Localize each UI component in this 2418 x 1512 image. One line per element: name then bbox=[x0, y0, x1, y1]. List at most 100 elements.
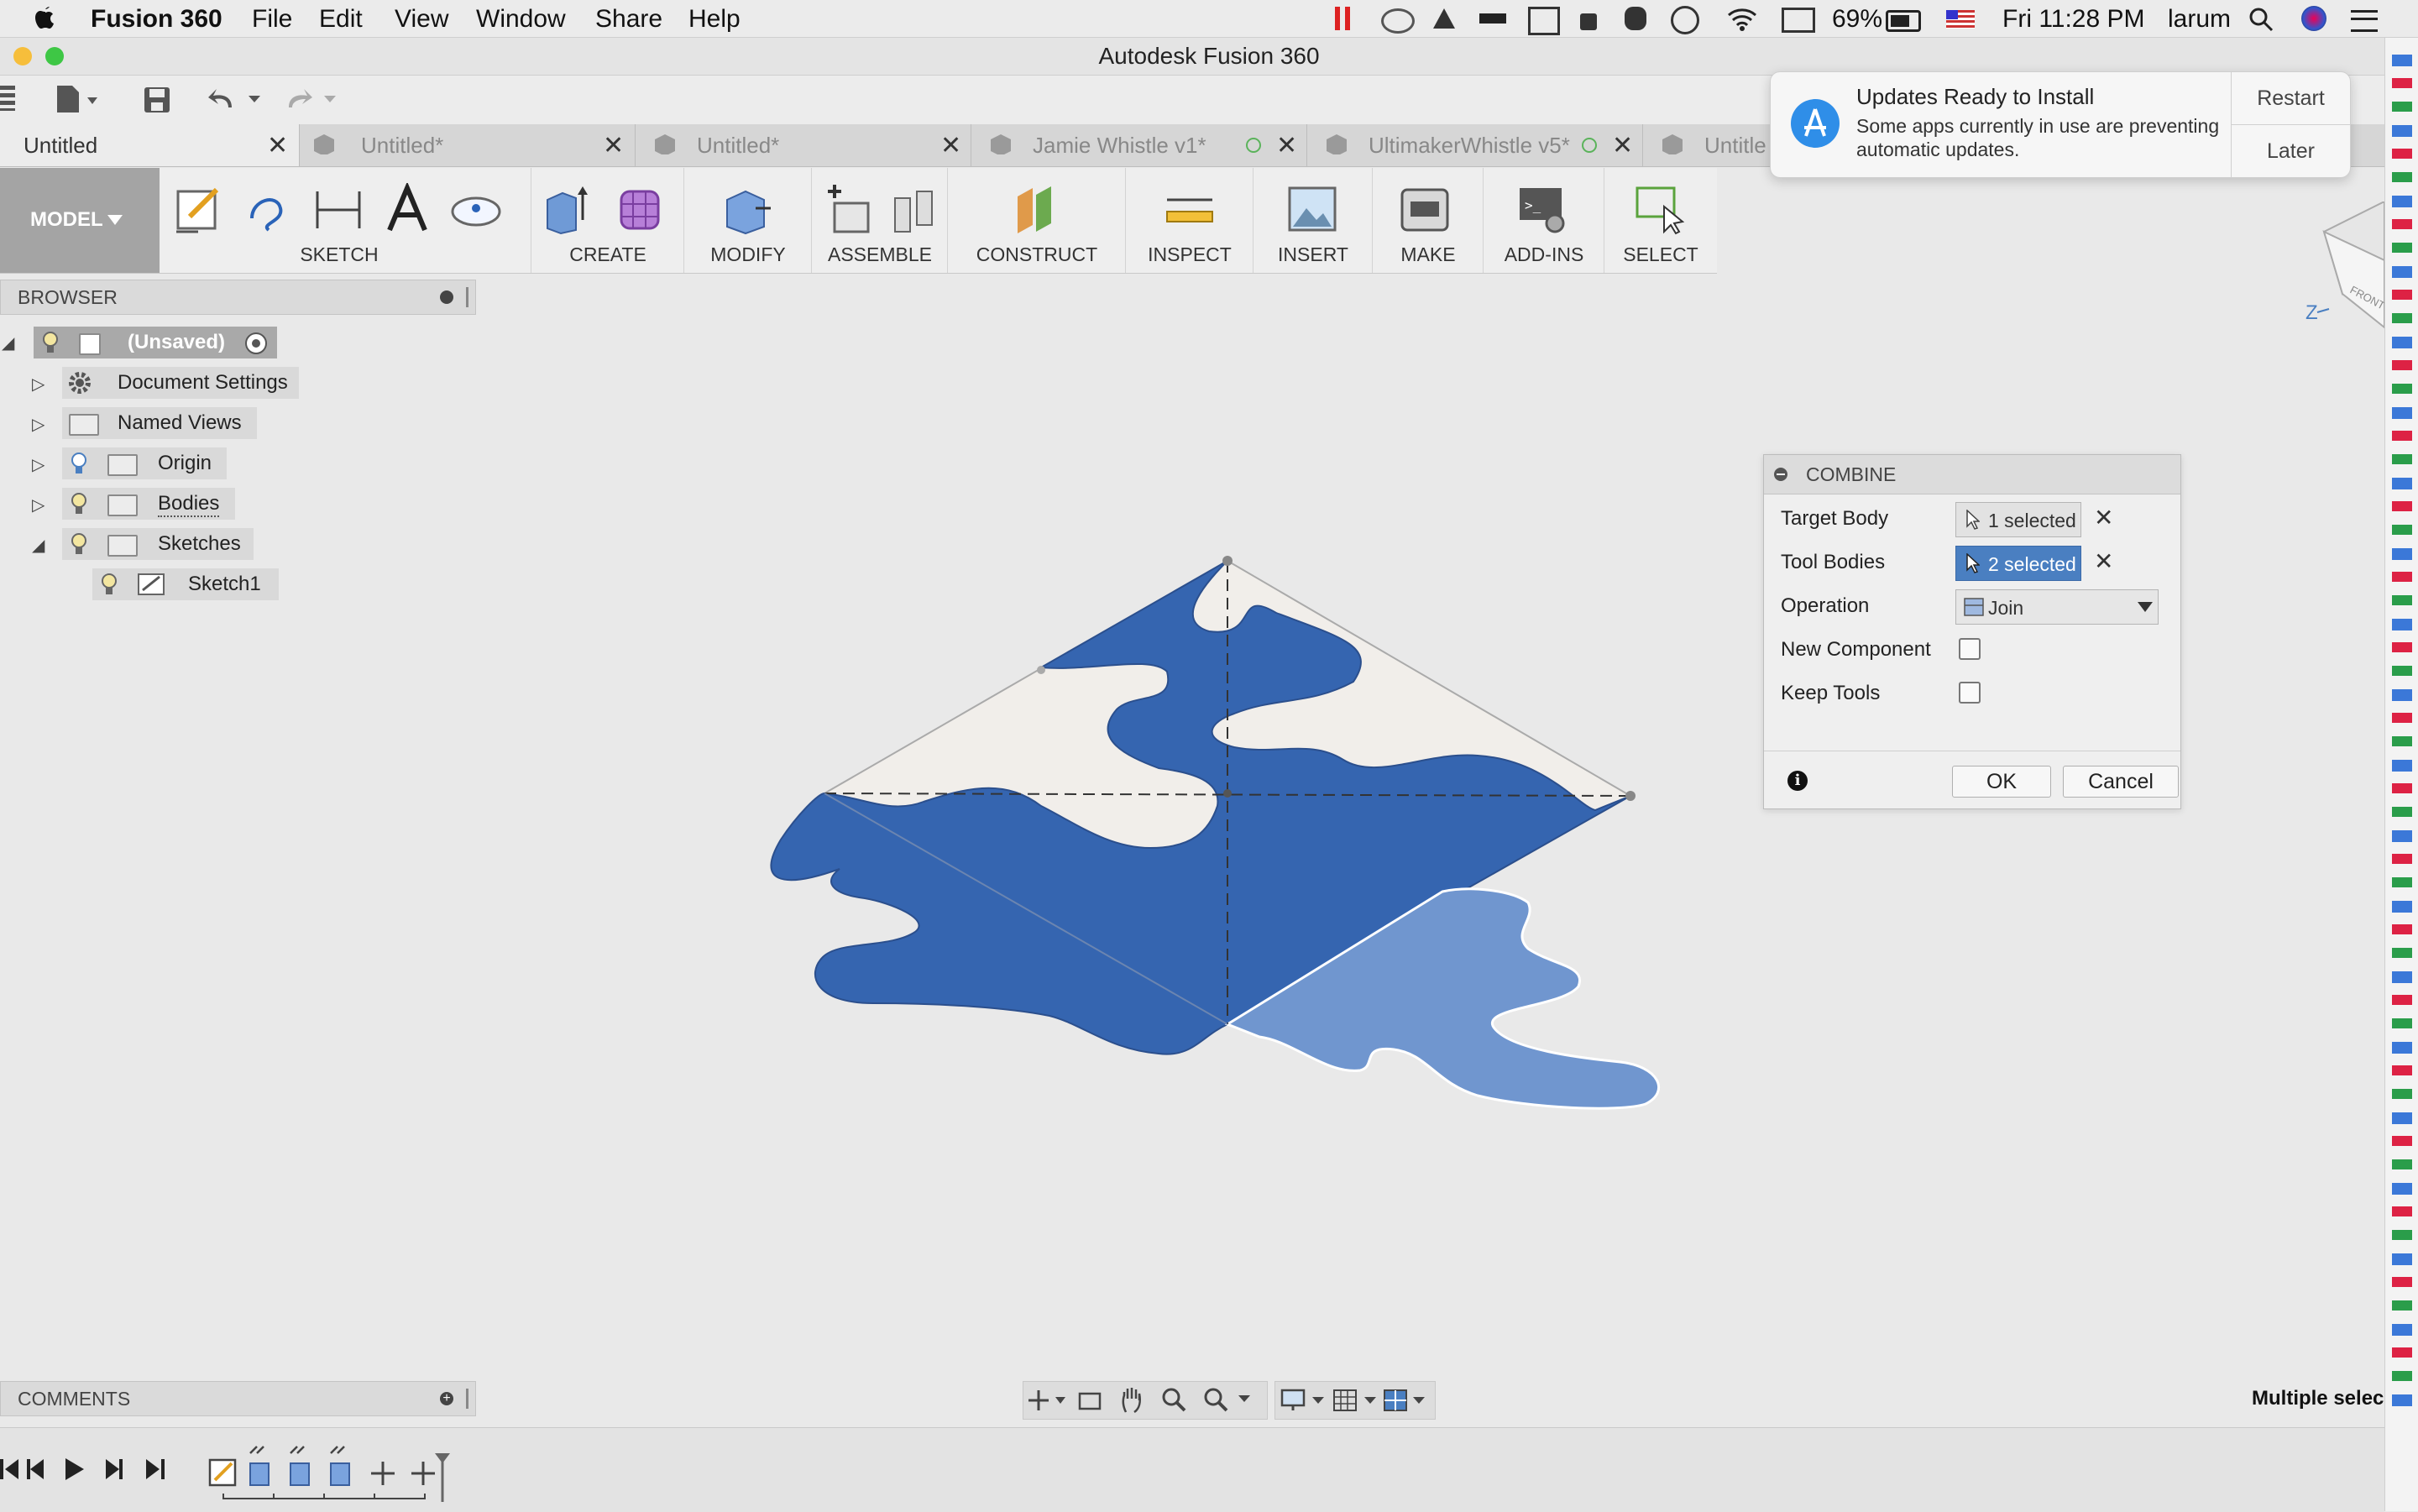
siri-icon[interactable] bbox=[2301, 6, 2326, 31]
us-flag-icon[interactable] bbox=[1946, 10, 1975, 29]
timeline-features[interactable] bbox=[207, 1435, 458, 1502]
form-icon[interactable] bbox=[616, 183, 668, 235]
zoom-icon[interactable] bbox=[1161, 1387, 1186, 1414]
expanded-triangle-icon[interactable]: ◢ bbox=[32, 535, 44, 556]
panel-resize-handle[interactable] bbox=[466, 1389, 468, 1409]
browser-node-named-views[interactable]: Named Views bbox=[62, 407, 257, 439]
extrude-icon[interactable] bbox=[542, 183, 594, 235]
3d-print-icon[interactable] bbox=[1399, 183, 1451, 235]
look-at-icon[interactable] bbox=[1077, 1389, 1102, 1412]
ribbon-label-inspect[interactable]: INSPECT bbox=[1127, 243, 1253, 266]
scripts-icon[interactable]: >_ bbox=[1516, 183, 1568, 235]
activate-radio-icon[interactable] bbox=[245, 332, 267, 354]
clock[interactable]: Fri 11:28 PM bbox=[2002, 5, 2145, 34]
app-menu[interactable]: Fusion 360 bbox=[91, 5, 222, 34]
ribbon-label-insert[interactable]: INSERT bbox=[1254, 243, 1372, 266]
view-cube[interactable]: FRONT Z bbox=[2300, 201, 2384, 353]
lightbulb-icon[interactable] bbox=[42, 331, 59, 354]
browser-node-sketches[interactable]: Sketches bbox=[62, 528, 254, 560]
expanded-triangle-icon[interactable]: ◢ bbox=[2, 332, 14, 353]
target-body-select[interactable]: 1 selected bbox=[1955, 502, 2081, 537]
timeline-move-icon[interactable] bbox=[411, 1462, 435, 1485]
finish-sketch-icon[interactable] bbox=[450, 183, 502, 235]
lightbulb-icon[interactable] bbox=[101, 573, 118, 596]
fit-icon[interactable] bbox=[1203, 1387, 1257, 1414]
lightbulb-icon[interactable] bbox=[71, 532, 87, 556]
later-button[interactable]: Later bbox=[2231, 125, 2350, 177]
notification-center-icon[interactable] bbox=[2351, 10, 2378, 32]
clear-tool-bodies-icon[interactable]: ✕ bbox=[2094, 547, 2113, 575]
menu-window[interactable]: Window bbox=[476, 5, 566, 34]
redo-icon[interactable] bbox=[284, 86, 344, 112]
new-component-checkbox[interactable] bbox=[1959, 638, 1981, 660]
browser-node-sketch1[interactable]: Sketch1 bbox=[92, 568, 279, 600]
battery-icon[interactable] bbox=[1886, 10, 1921, 32]
creative-cloud-icon[interactable] bbox=[1381, 8, 1415, 34]
workspace-switcher[interactable]: MODEL bbox=[0, 168, 160, 273]
ribbon-label-make[interactable]: MAKE bbox=[1374, 243, 1483, 266]
comments-panel-header[interactable]: COMMENTS + bbox=[0, 1381, 476, 1416]
display-settings-icon[interactable] bbox=[1280, 1389, 1327, 1412]
apple-icon[interactable] bbox=[34, 5, 57, 32]
offset-plane-icon[interactable] bbox=[1011, 183, 1063, 235]
ribbon-label-construct[interactable]: CONSTRUCT bbox=[949, 243, 1125, 266]
joint-icon[interactable] bbox=[888, 183, 940, 235]
tab-jamie-whistle[interactable]: Jamie Whistle v1* ✕ bbox=[972, 124, 1307, 166]
timeline-extrude-icon[interactable] bbox=[290, 1462, 310, 1486]
menu-view[interactable]: View bbox=[395, 5, 448, 34]
browser-root-node[interactable]: (Unsaved) bbox=[34, 327, 277, 358]
drive-icon[interactable] bbox=[1431, 7, 1457, 30]
tab-ultimaker-whistle[interactable]: UltimakerWhistle v5* ✕ bbox=[1308, 124, 1643, 166]
restart-button[interactable]: Restart bbox=[2231, 72, 2350, 125]
grid-settings-icon[interactable] bbox=[1332, 1389, 1379, 1412]
close-icon[interactable]: ✕ bbox=[940, 131, 961, 160]
close-icon[interactable]: ✕ bbox=[1612, 131, 1633, 160]
3d-viewport-model[interactable] bbox=[756, 537, 1679, 1125]
ribbon-label-create[interactable]: CREATE bbox=[532, 243, 683, 266]
menu-extra-icon[interactable] bbox=[1479, 13, 1506, 24]
cancel-button[interactable]: Cancel bbox=[2063, 766, 2179, 798]
file-menu-icon[interactable] bbox=[55, 84, 101, 114]
dialog-header[interactable]: COMBINE bbox=[1764, 455, 2180, 494]
save-icon[interactable] bbox=[143, 86, 171, 114]
ribbon-label-select[interactable]: SELECT bbox=[1605, 243, 1716, 266]
wifi-icon[interactable] bbox=[1725, 5, 1759, 32]
go-to-start-icon[interactable] bbox=[0, 1457, 20, 1482]
dock-app-icons[interactable] bbox=[2392, 55, 2412, 1415]
time-machine-icon[interactable] bbox=[1671, 6, 1699, 34]
pan-hand-icon[interactable] bbox=[1119, 1385, 1144, 1414]
collapse-panel-icon[interactable] bbox=[440, 290, 453, 304]
ribbon-label-add-ins[interactable]: ADD-INS bbox=[1484, 243, 1604, 266]
user-name[interactable]: larum bbox=[2168, 5, 2231, 34]
play-icon[interactable] bbox=[64, 1457, 86, 1482]
text-tool-icon[interactable] bbox=[381, 183, 433, 235]
airplay-icon[interactable] bbox=[1782, 8, 1815, 33]
sketch-point[interactable] bbox=[1222, 556, 1233, 566]
info-icon[interactable]: i bbox=[1787, 771, 1808, 791]
operation-dropdown[interactable]: Join bbox=[1955, 589, 2159, 625]
recording-icon[interactable] bbox=[1335, 7, 1340, 30]
sketch-point[interactable] bbox=[1037, 666, 1045, 674]
browser-node-origin[interactable]: Origin bbox=[62, 447, 227, 479]
keep-tools-checkbox[interactable] bbox=[1959, 682, 1981, 704]
step-back-icon[interactable] bbox=[24, 1457, 47, 1482]
lock-icon[interactable] bbox=[1580, 13, 1597, 30]
evernote-icon[interactable] bbox=[1625, 7, 1646, 30]
press-pull-icon[interactable] bbox=[722, 183, 774, 235]
close-icon[interactable]: ✕ bbox=[1276, 131, 1297, 160]
timeline-extrude-icon[interactable] bbox=[249, 1462, 270, 1486]
collapse-dialog-icon[interactable] bbox=[1774, 468, 1787, 481]
dimension-icon[interactable] bbox=[312, 183, 364, 235]
timeline-extrude-icon[interactable] bbox=[330, 1462, 350, 1486]
browser-node-bodies[interactable]: Bodies bbox=[62, 488, 235, 520]
ribbon-label-sketch[interactable]: SKETCH bbox=[154, 243, 524, 266]
undo-icon[interactable] bbox=[207, 86, 267, 112]
collapsed-triangle-icon[interactable]: ▷ bbox=[32, 494, 44, 515]
collapsed-triangle-icon[interactable]: ▷ bbox=[32, 414, 44, 435]
collapsed-triangle-icon[interactable]: ▷ bbox=[32, 454, 44, 475]
measure-icon[interactable] bbox=[1164, 183, 1216, 235]
menu-help[interactable]: Help bbox=[688, 5, 741, 34]
insert-image-icon[interactable] bbox=[1286, 183, 1338, 235]
tab-untitled-2[interactable]: Untitled* ✕ bbox=[301, 124, 636, 166]
ok-button[interactable]: OK bbox=[1952, 766, 2051, 798]
